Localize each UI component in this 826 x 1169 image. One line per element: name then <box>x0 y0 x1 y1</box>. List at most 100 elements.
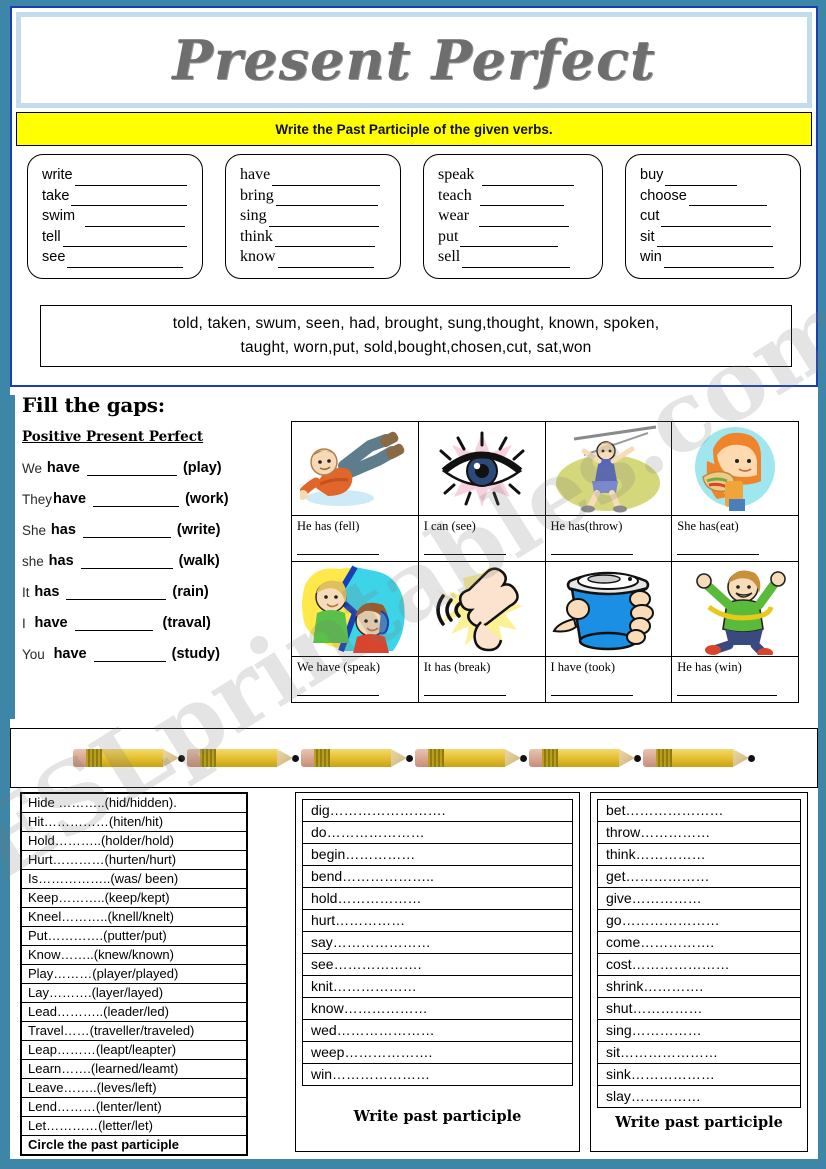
list-item[interactable]: do………………… <box>302 821 573 844</box>
list-item[interactable]: sing…………… <box>597 1019 801 1042</box>
answer-blank[interactable] <box>74 616 153 631</box>
list-item[interactable]: go………………… <box>597 909 801 932</box>
answer-blank[interactable] <box>74 171 187 186</box>
answer-blank[interactable] <box>688 191 767 206</box>
answer-blank[interactable] <box>665 171 738 186</box>
list-item[interactable]: Learn…….(learned/leamt) <box>21 1059 247 1079</box>
answer-blank[interactable] <box>482 171 575 186</box>
list-item[interactable]: bet………………… <box>597 799 801 822</box>
list-item-text: say………………… <box>302 931 573 954</box>
list-item[interactable]: Hide ………..(hid/hidden). <box>21 793 247 813</box>
answer-blank[interactable] <box>479 191 564 206</box>
list-item[interactable]: Hit……………(hiten/hit) <box>21 812 247 832</box>
answer-blank[interactable] <box>677 682 778 696</box>
list-item[interactable]: throw…………… <box>597 821 801 844</box>
answer-blank[interactable] <box>268 212 379 227</box>
list-item[interactable]: Lend………(lenter/lent) <box>21 1097 247 1117</box>
list-item[interactable]: Lead………..(leader/led) <box>21 1002 247 1022</box>
list-item[interactable]: Let…………(letter/let) <box>21 1116 247 1136</box>
list-item[interactable]: wed………………… <box>302 1019 573 1042</box>
gap-row: she has (walk) <box>22 553 284 569</box>
answer-blank[interactable] <box>550 541 633 555</box>
list-item[interactable]: Leap………(leapt/leapter) <box>21 1040 247 1060</box>
list-item[interactable]: win………………… <box>302 1063 573 1086</box>
answer-blank[interactable] <box>550 682 633 696</box>
list-item[interactable]: give…………… <box>597 887 801 910</box>
answer-blank[interactable] <box>423 682 506 696</box>
list-item-text: shut…………… <box>597 997 801 1020</box>
write-participle-footer-right: Write past participle <box>615 1114 783 1131</box>
answer-blank[interactable] <box>80 554 173 569</box>
answer-blank[interactable] <box>297 541 379 555</box>
answer-blank[interactable] <box>274 232 375 247</box>
verb-line: sing <box>240 206 388 227</box>
answer-blank[interactable] <box>93 492 180 507</box>
list-item[interactable]: shrink…………. <box>597 975 801 998</box>
list-item[interactable]: Leave……..(leves/left) <box>21 1078 247 1098</box>
list-item[interactable]: Keep………..(keep/kept) <box>21 888 247 908</box>
answer-blank[interactable] <box>677 541 760 555</box>
list-item[interactable]: say………………… <box>302 931 573 954</box>
list-item[interactable]: Kneel………..(knell/knelt) <box>21 907 247 927</box>
list-item[interactable]: Hold………..(holder/hold) <box>21 831 247 851</box>
answer-blank[interactable] <box>85 212 186 227</box>
answer-blank[interactable] <box>297 682 379 696</box>
list-item[interactable]: Put………….(putter/put) <box>21 926 247 946</box>
fill-gaps-heading: Fill the gaps: <box>22 393 165 417</box>
answer-blank[interactable] <box>661 212 772 227</box>
list-item[interactable]: knit……………… <box>302 975 573 998</box>
answer-blank[interactable] <box>67 253 184 268</box>
answer-blank[interactable] <box>423 541 506 555</box>
pencil-icon <box>73 748 185 768</box>
answer-blank[interactable] <box>272 171 381 186</box>
answer-blank[interactable] <box>93 647 166 662</box>
answer-blank[interactable] <box>86 461 177 476</box>
list-item-text: Lend………(lenter/lent) <box>21 1097 247 1117</box>
verb-label: know <box>240 248 276 265</box>
list-item[interactable]: dig……………………. <box>302 799 573 822</box>
list-item[interactable]: Play………(player/played) <box>21 964 247 984</box>
answer-blank[interactable] <box>82 523 171 538</box>
picture-cell: She has(eat) <box>672 422 798 562</box>
answer-blank[interactable] <box>275 191 378 206</box>
list-item[interactable]: slay…………… <box>597 1085 801 1108</box>
list-item[interactable]: Travel……(traveller/traveled) <box>21 1021 247 1041</box>
list-item[interactable]: come……………. <box>597 931 801 954</box>
list-item[interactable]: Know……..(knew/known) <box>21 945 247 965</box>
list-item[interactable]: see………………. <box>302 953 573 976</box>
list-item[interactable]: Lay……….(layer/layed) <box>21 983 247 1003</box>
verb-label: put <box>438 227 459 245</box>
list-item[interactable]: begin…………… <box>302 843 573 866</box>
list-item[interactable]: Is……………..(was/ been) <box>21 869 247 889</box>
list-item[interactable]: hold……………… <box>302 887 573 910</box>
answer-blank[interactable] <box>62 232 187 247</box>
answer-blank[interactable] <box>462 253 571 268</box>
verb-label: speak <box>438 166 475 183</box>
list-item-text: Play………(player/played) <box>21 964 247 984</box>
verb-line: sell <box>438 247 590 268</box>
list-item-text: think…………… <box>597 843 801 866</box>
answer-blank[interactable] <box>656 232 773 247</box>
list-item[interactable]: cost………………… <box>597 953 801 976</box>
answer-blank[interactable] <box>663 253 774 268</box>
list-item[interactable]: think…………… <box>597 843 801 866</box>
answer-blank[interactable] <box>479 212 570 227</box>
verb-box-1: write take swim tell see <box>27 154 203 279</box>
caption-text: I have (took) <box>550 660 616 674</box>
list-item[interactable]: sit………………… <box>597 1041 801 1064</box>
list-item[interactable]: get……………… <box>597 865 801 888</box>
list-item[interactable]: hurt…………… <box>302 909 573 932</box>
list-item[interactable]: weep………………. <box>302 1041 573 1064</box>
list-item[interactable]: sink……………… <box>597 1063 801 1086</box>
answer-blank[interactable] <box>277 253 374 268</box>
gap-row: They have (work) <box>22 491 284 507</box>
list-item[interactable]: Hurt…………(hurten/hurt) <box>21 850 247 870</box>
list-item[interactable]: bend……………….. <box>302 865 573 888</box>
list-item[interactable]: know……………… <box>302 997 573 1020</box>
caption-text: We have (speak) <box>297 660 380 674</box>
answer-blank[interactable] <box>71 191 188 206</box>
list-item[interactable]: shut…………… <box>597 997 801 1020</box>
auxiliary-label: have <box>34 615 68 631</box>
answer-blank[interactable] <box>460 232 559 247</box>
answer-blank[interactable] <box>66 585 167 600</box>
